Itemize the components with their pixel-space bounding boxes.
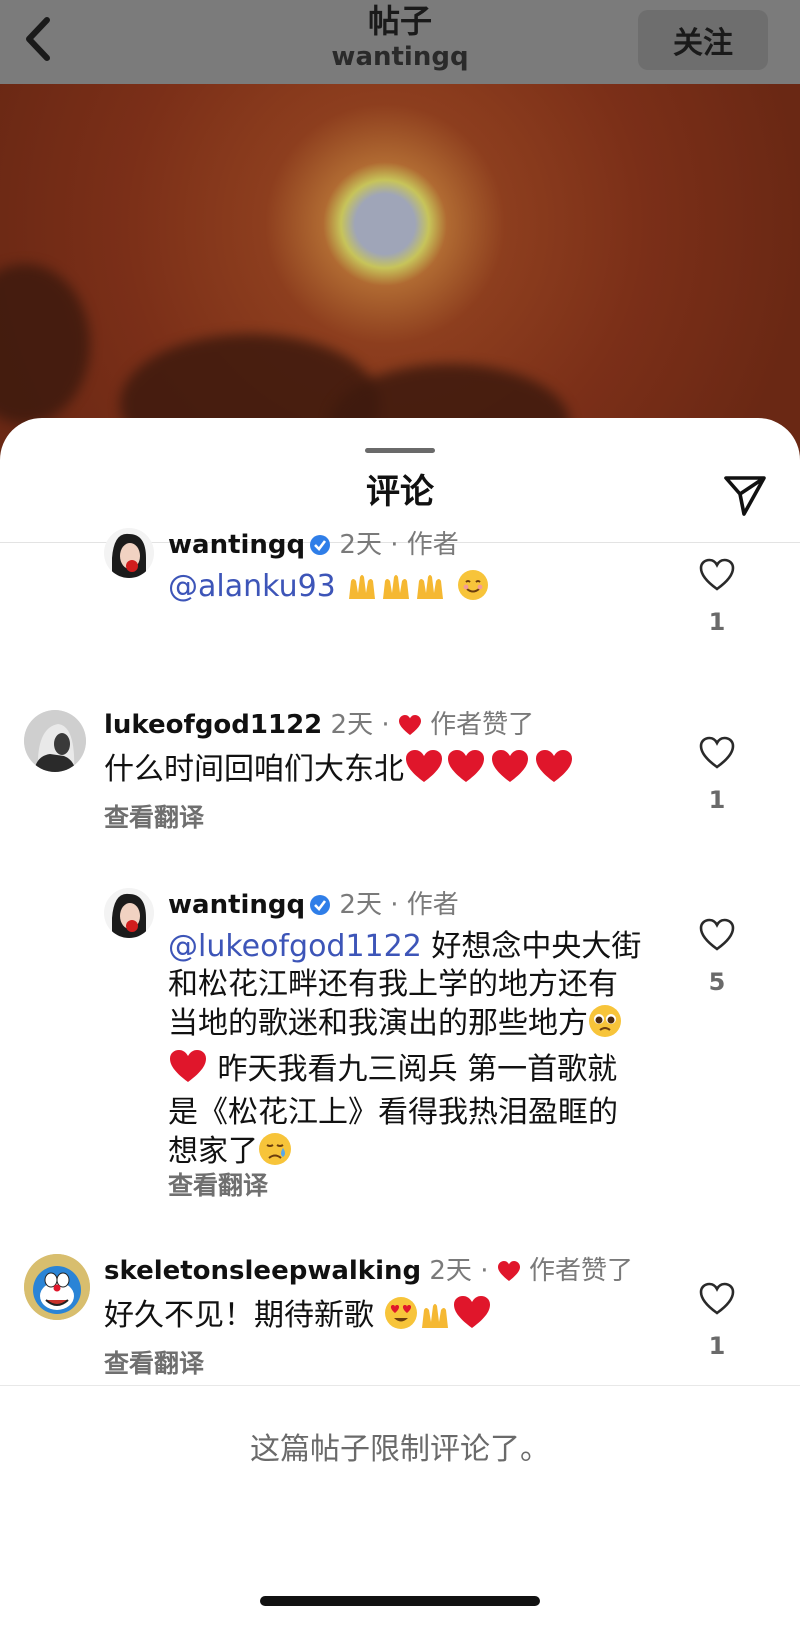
comments-footer	[0, 1385, 800, 1629]
like-control: 1	[697, 1282, 737, 1360]
comment-body: 好久不见！期待新歌	[104, 1298, 374, 1333]
raising-hands-emoji	[345, 569, 379, 611]
author-liked-tag: 作者赞了	[529, 1256, 634, 1286]
heart-icon[interactable]	[699, 558, 735, 592]
comment-time: 2天	[339, 890, 382, 920]
comment-text: @lukeofgod1122 好想念中央大街 和松花江畔还有我上学的地方还有 当…	[168, 928, 668, 1176]
comment-line: 当地的歌迷和我演出的那些地方	[168, 1004, 668, 1048]
red-heart-emoji	[452, 1294, 492, 1340]
home-indicator[interactable]	[260, 1596, 540, 1606]
mention-link[interactable]: @lukeofgod1122	[168, 929, 422, 964]
separator-dot: ·	[381, 710, 390, 740]
pleading-face-emoji	[588, 1004, 622, 1048]
like-control: 1	[697, 736, 737, 814]
red-heart-emoji	[404, 748, 444, 794]
heart-icon	[398, 711, 422, 735]
comment-line: 是《松花江上》看得我热泪盈眶的	[168, 1095, 618, 1130]
comment-text: 什么时间回咱们大东北	[104, 748, 576, 794]
sheet-title: 评论	[366, 472, 434, 512]
drag-handle[interactable]	[365, 448, 435, 453]
like-control: 5	[697, 918, 737, 996]
avatar[interactable]	[104, 528, 154, 578]
separator-dot: ·	[390, 530, 399, 560]
comment-username[interactable]: skeletonsleepwalking	[104, 1256, 421, 1286]
comment-line: 和松花江畔还有我上学的地方还有	[168, 967, 618, 1002]
comment-username[interactable]: wantingq	[168, 890, 305, 920]
comment-body: 昨天我看九三阅兵 第一首歌就	[217, 1052, 618, 1087]
follow-button[interactable]: 关注	[638, 10, 768, 70]
comment-body: 当地的歌迷和我演出的那些地方	[168, 1006, 588, 1041]
smiling-emoji	[457, 569, 489, 611]
red-heart-emoji	[488, 748, 532, 794]
heart-icon	[497, 1257, 521, 1281]
see-translation-link[interactable]: 查看翻译	[168, 1170, 268, 1202]
see-translation-link[interactable]: 查看翻译	[104, 802, 204, 834]
red-heart-emoji	[532, 748, 576, 794]
share-button[interactable]	[722, 472, 768, 518]
red-heart-emoji	[444, 748, 488, 794]
comment-meta: wantingq 2天 · 作者	[168, 888, 459, 922]
comment-text: @alanku93	[168, 568, 489, 611]
comment-text: 好久不见！期待新歌	[104, 1294, 492, 1340]
raising-hands-emoji	[379, 569, 413, 611]
author-liked-tag: 作者赞了	[430, 710, 535, 740]
raising-hands-emoji	[413, 569, 447, 611]
like-count: 5	[708, 968, 726, 996]
comment-username[interactable]: wantingq	[168, 530, 305, 560]
comment-time: 2天	[429, 1256, 472, 1286]
mention-link[interactable]: @alanku93	[168, 569, 336, 604]
avatar[interactable]	[24, 1254, 90, 1320]
like-count: 1	[708, 1332, 726, 1360]
comment-username[interactable]: lukeofgod1122	[104, 710, 322, 740]
verified-icon	[309, 891, 331, 915]
comment-body: 想家了	[168, 1134, 258, 1169]
verified-icon	[309, 531, 331, 555]
see-translation-link[interactable]: 查看翻译	[104, 1348, 204, 1380]
top-bar: 帖子 wantingq 关注	[0, 0, 800, 84]
avatar[interactable]	[24, 710, 86, 772]
red-heart-emoji	[168, 1048, 208, 1094]
send-icon	[724, 476, 766, 516]
heart-eyes-emoji	[384, 1296, 418, 1340]
raising-hands-emoji	[418, 1298, 452, 1340]
comment-time: 2天	[339, 530, 382, 560]
comment-line: @lukeofgod1122 好想念中央大街	[168, 928, 668, 966]
comment-time: 2天	[330, 710, 374, 740]
separator-dot: ·	[480, 1256, 489, 1286]
comment-meta: wantingq 2天 · 作者	[168, 528, 459, 562]
avatar[interactable]	[104, 888, 154, 938]
comments-restricted-notice: 这篇帖子限制评论了。	[250, 1432, 550, 1467]
heart-icon[interactable]	[699, 918, 735, 952]
tree-silhouette	[0, 264, 90, 424]
author-tag: 作者	[406, 890, 459, 920]
comment-meta: lukeofgod1122 2天 · 作者赞了	[104, 708, 534, 742]
author-tag: 作者	[406, 530, 459, 560]
separator-dot: ·	[390, 890, 399, 920]
like-control: 1	[697, 558, 737, 636]
comment-body: 什么时间回咱们大东北	[104, 752, 404, 787]
like-count: 1	[708, 786, 726, 814]
heart-icon[interactable]	[699, 736, 735, 770]
comment-line: 昨天我看九三阅兵 第一首歌就	[168, 1048, 668, 1094]
comment-meta: skeletonsleepwalking 2天 · 作者赞了	[104, 1254, 633, 1288]
comment-body: 好想念中央大街	[431, 929, 642, 964]
like-count: 1	[708, 608, 726, 636]
heart-icon[interactable]	[699, 1282, 735, 1316]
